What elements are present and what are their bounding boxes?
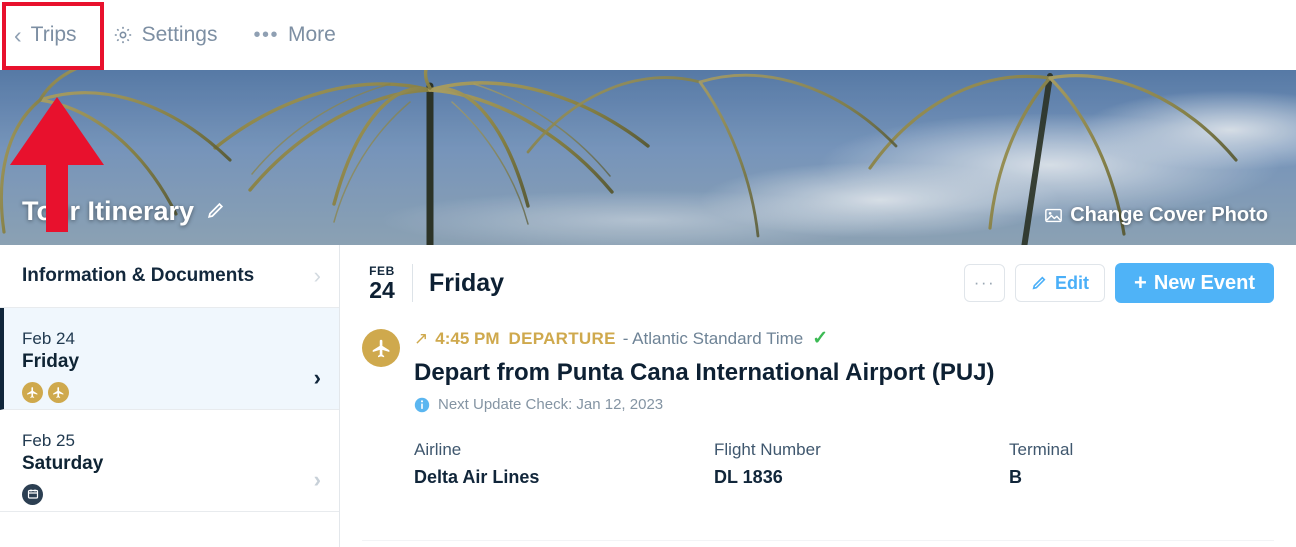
plane-icon <box>22 381 43 403</box>
day-sidebar: Information & Documents › Feb 24 Friday <box>0 245 340 547</box>
sidebar-day-feb-25-text: Feb 25 Saturday <box>22 430 103 505</box>
field-value: DL 1836 <box>714 467 783 487</box>
nav-item-settings-label: Settings <box>141 23 218 46</box>
edit-button-label: Edit <box>1054 272 1089 293</box>
field-label: Airline <box>414 440 462 459</box>
pencil-icon <box>1031 275 1047 291</box>
header-divider <box>412 264 413 302</box>
new-event-button[interactable]: + New Event <box>1114 263 1274 303</box>
day-detail-header: FEB 24 Friday ··· Edit + New Event <box>362 263 1274 303</box>
sidebar-item-day-feb-25[interactable]: Feb 25 Saturday › <box>0 410 339 512</box>
change-cover-photo-label: Change Cover Photo <box>1070 204 1268 226</box>
event-title: Depart from Punta Cana International Air… <box>414 359 995 386</box>
nav-item-settings[interactable]: Settings <box>113 23 218 47</box>
arrow-up-right-icon: ↗ <box>414 328 429 348</box>
event-body: ↗ 4:45 PM DEPARTURE - Atlantic Standard … <box>414 327 1274 488</box>
gear-icon <box>113 25 133 45</box>
event-time: 4:45 PM <box>435 328 500 348</box>
chevron-right-icon: › <box>313 263 321 288</box>
field-value: Delta Air Lines <box>414 467 540 487</box>
plane-icon <box>362 329 400 367</box>
cover-photo-banner: Tour Itinerary Change Cover Photo <box>0 70 1296 245</box>
sidebar-day-badges <box>22 483 103 505</box>
image-icon <box>1045 208 1063 223</box>
chevron-left-icon: ‹ <box>14 21 22 48</box>
event-detail-fields: Airline Delta Air Lines Flight Number DL… <box>414 440 1274 488</box>
field-label: Terminal <box>1009 440 1074 459</box>
sidebar-info-label: Information & Documents <box>22 265 255 286</box>
event-field-terminal: Terminal B <box>1009 440 1073 488</box>
date-chip: FEB 24 <box>362 264 402 302</box>
event-type: DEPARTURE <box>508 328 616 348</box>
check-icon: ✓ <box>812 328 829 349</box>
more-options-button[interactable]: ··· <box>963 264 1005 302</box>
cover-title: Tour Itinerary <box>22 196 225 227</box>
pencil-icon[interactable] <box>206 196 225 227</box>
sidebar-day-weekday: Friday <box>22 351 80 373</box>
plane-icon <box>48 381 69 403</box>
itinerary-page: ‹ Trips Settings ••• More Tour Itinerary… <box>0 0 1296 547</box>
nav-item-trips-label: Trips <box>30 23 77 46</box>
more-options-label: ··· <box>973 273 996 292</box>
sidebar-item-information-documents[interactable]: Information & Documents › <box>0 245 339 308</box>
sidebar-item-day-feb-24[interactable]: Feb 24 Friday › <box>0 308 339 410</box>
field-label: Flight Number <box>714 440 821 459</box>
nav-item-trips[interactable]: ‹ Trips <box>14 23 77 47</box>
event-field-flight-number: Flight Number DL 1836 <box>714 440 1009 488</box>
top-navigation-bar: ‹ Trips Settings ••• More <box>0 0 1296 70</box>
event-update-note: Next Update Check: Jan 12, 2023 <box>414 396 1274 413</box>
sidebar-day-feb-24-text: Feb 24 Friday <box>22 328 79 403</box>
page-body: Information & Documents › Feb 24 Friday <box>0 245 1296 547</box>
sidebar-day-date: Feb 25 <box>22 431 75 450</box>
cover-title-text: Tour Itinerary <box>22 196 195 226</box>
nav-item-more[interactable]: ••• More <box>253 23 335 47</box>
nav-item-more-label: More <box>287 23 336 46</box>
sidebar-day-date: Feb 24 <box>22 329 75 348</box>
chevron-right-icon: › <box>313 364 321 390</box>
event-summary-line: ↗ 4:45 PM DEPARTURE - Atlantic Standard … <box>414 327 1274 350</box>
field-value: B <box>1009 467 1022 487</box>
calendar-icon <box>22 483 43 505</box>
date-chip-day: 24 <box>369 276 395 303</box>
section-divider <box>362 540 1274 541</box>
edit-button[interactable]: Edit <box>1014 264 1105 302</box>
day-detail-panel: FEB 24 Friday ··· Edit + New Event ↗ 4:4… <box>340 245 1296 547</box>
day-action-buttons: ··· Edit + New Event <box>963 263 1274 303</box>
sidebar-day-badges <box>22 381 79 403</box>
event-field-airline: Airline Delta Air Lines <box>414 440 714 488</box>
change-cover-photo-button[interactable]: Change Cover Photo <box>1045 204 1268 227</box>
sidebar-day-weekday: Saturday <box>22 453 104 475</box>
new-event-label: New Event <box>1153 271 1255 294</box>
chevron-right-icon: › <box>313 466 321 492</box>
event-timezone: - Atlantic Standard Time <box>622 328 804 348</box>
day-detail-weekday: Friday <box>429 268 505 297</box>
date-chip-month: FEB <box>369 263 395 278</box>
event-update-note-text: Next Update Check: Jan 12, 2023 <box>438 396 664 413</box>
ellipsis-icon: ••• <box>253 24 279 46</box>
plus-icon: + <box>1133 270 1147 295</box>
info-icon <box>414 397 430 413</box>
event-card-departure[interactable]: ↗ 4:45 PM DEPARTURE - Atlantic Standard … <box>362 327 1274 488</box>
